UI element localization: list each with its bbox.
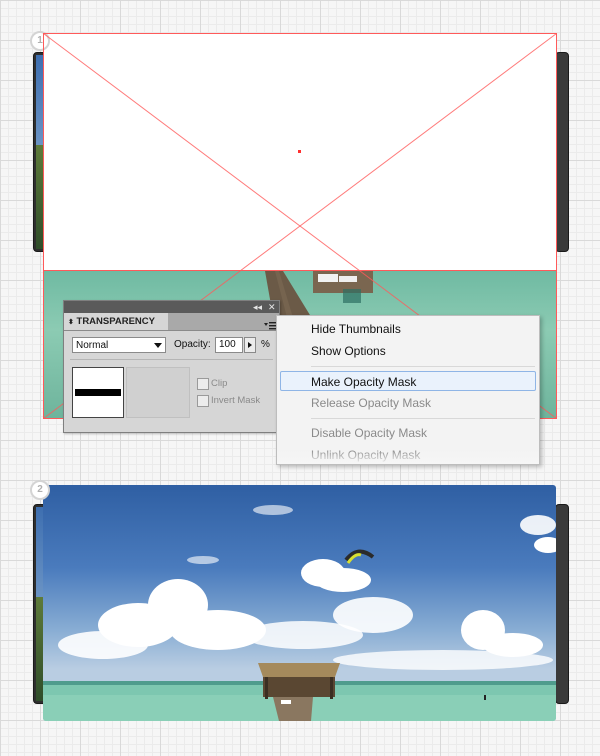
opacity-value: 100 — [219, 339, 236, 350]
menu-item-release-opacity-mask[interactable]: Release Opacity Mask — [281, 393, 535, 413]
menu-item-make-opacity-mask[interactable]: Make Opacity Mask — [280, 371, 536, 391]
step-2-badge: 2 — [30, 480, 50, 500]
menu-separator — [311, 366, 535, 367]
panel-titlebar[interactable]: ◂◂ ✕ — [64, 301, 279, 313]
close-icon[interactable]: ✕ — [268, 301, 276, 313]
tab-arrows-icon: ⬍ — [68, 319, 74, 326]
opacity-input[interactable]: 100 — [215, 337, 243, 353]
white-rectangle-object[interactable] — [43, 33, 556, 271]
invert-mask-label: Invert Mask — [211, 395, 261, 406]
clip-checkbox[interactable] — [197, 378, 209, 390]
right-photo-edge — [555, 52, 569, 252]
step-1-badge: 1 — [30, 31, 50, 51]
stepper-arrow-icon[interactable] — [244, 337, 256, 353]
collapse-icon[interactable]: ◂◂ — [253, 301, 262, 313]
invert-mask-checkbox[interactable] — [197, 395, 209, 407]
blend-mode-dropdown[interactable]: Normal — [72, 337, 166, 353]
dropdown-arrow-icon — [154, 343, 162, 348]
transparency-panel: ◂◂ ✕ ⬍ TRANSPARENCY Normal Opacity: 100 … — [63, 300, 280, 433]
panel-menu-icon[interactable] — [264, 317, 276, 330]
menu-item-disable-opacity-mask[interactable]: Disable Opacity Mask — [281, 423, 535, 443]
mask-thumbnail-area[interactable] — [126, 367, 190, 418]
opacity-label: Opacity: — [174, 339, 211, 350]
menu-item-show-options[interactable]: Show Options — [281, 341, 535, 361]
tab-transparency[interactable]: ⬍ TRANSPARENCY — [64, 313, 168, 330]
kitesurf-beach-photo — [43, 485, 556, 721]
object-thumbnail[interactable] — [72, 367, 124, 418]
menu-separator — [311, 418, 535, 419]
opacity-unit: % — [261, 339, 270, 350]
panel-flyout-menu: Hide Thumbnails Show Options Make Opacit… — [276, 315, 540, 465]
right-photo-edge-2 — [555, 504, 569, 704]
clip-label: Clip — [211, 378, 228, 389]
menu-item-hide-thumbnails[interactable]: Hide Thumbnails — [281, 319, 535, 339]
tab-transparency-label: TRANSPARENCY — [76, 316, 155, 327]
blend-mode-value: Normal — [76, 340, 109, 351]
